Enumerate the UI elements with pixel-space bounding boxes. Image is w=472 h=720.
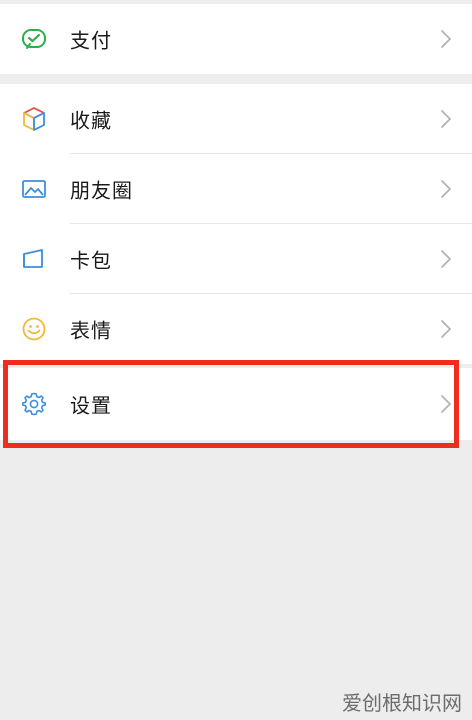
chevron-right-icon bbox=[441, 110, 451, 128]
watermark: 爱创根知识网 bbox=[342, 691, 462, 715]
settings-gear-icon bbox=[22, 392, 46, 416]
menu-item-label: 支付 bbox=[70, 28, 112, 53]
menu-item-favorites[interactable]: 收藏 bbox=[0, 84, 472, 154]
menu-item-settings[interactable]: 设置 bbox=[0, 368, 472, 440]
menu-item-label: 卡包 bbox=[70, 248, 112, 273]
chevron-right-icon bbox=[441, 320, 451, 338]
settings-group: 设置 bbox=[0, 368, 472, 440]
menu-item-moments[interactable]: 朋友圈 bbox=[0, 154, 472, 224]
chevron-right-icon bbox=[441, 395, 451, 413]
wechat-me-screen: 支付 收藏 朋友圈 卡包 表情 设置 爱创根知识网 bbox=[0, 0, 472, 720]
moments-photo-icon bbox=[22, 180, 46, 198]
menu-item-label: 表情 bbox=[70, 318, 112, 343]
menu-item-stickers[interactable]: 表情 bbox=[0, 294, 472, 364]
menu-item-label: 收藏 bbox=[70, 108, 112, 133]
menu-item-label: 朋友圈 bbox=[70, 178, 133, 203]
payment-check-icon bbox=[22, 29, 46, 49]
payment-group: 支付 bbox=[0, 4, 472, 74]
menu-item-payment[interactable]: 支付 bbox=[0, 4, 472, 74]
chevron-right-icon bbox=[441, 30, 451, 48]
menu-item-card-wallet[interactable]: 卡包 bbox=[0, 224, 472, 294]
sticker-smiley-icon bbox=[22, 317, 46, 341]
favorites-cube-icon bbox=[23, 107, 45, 131]
chevron-right-icon bbox=[441, 250, 451, 268]
features-group: 收藏 朋友圈 卡包 表情 bbox=[0, 84, 472, 364]
card-wallet-icon bbox=[23, 249, 43, 268]
chevron-right-icon bbox=[441, 180, 451, 198]
menu-item-label: 设置 bbox=[70, 393, 112, 418]
